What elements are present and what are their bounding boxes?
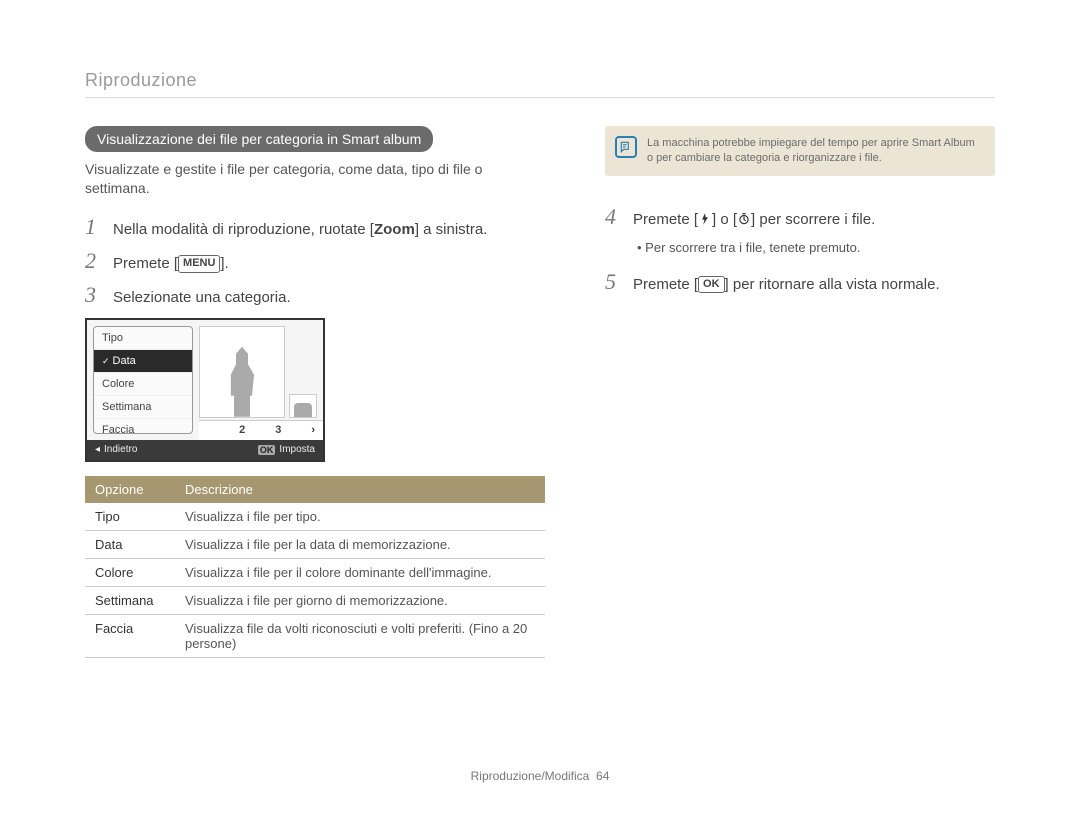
section-heading: Visualizzazione dei file per categoria i…: [85, 126, 433, 152]
step4-sub: Per scorrere tra i file, tenete premuto.: [637, 240, 995, 255]
thumb-preview: [199, 326, 285, 418]
ok-icon: OK: [258, 445, 276, 455]
menu-button-icon: MENU: [178, 255, 220, 272]
step4-post: ] per scorrere i file.: [751, 211, 875, 228]
menu-item-colore: Colore: [94, 373, 192, 396]
step4-mid: ] o [: [712, 211, 737, 228]
step-1: 1 Nella modalità di riproduzione, ruotat…: [85, 216, 545, 240]
step-number: 3: [85, 284, 103, 306]
step2-post: ].: [220, 255, 228, 272]
step-number: 1: [85, 216, 103, 238]
step1-pre: Nella modalità di riproduzione, ruotate …: [113, 221, 374, 238]
table-row: FacciaVisualizza file da volti riconosci…: [85, 614, 545, 657]
menu-item-settimana: Settimana: [94, 396, 192, 419]
footer-section: Riproduzione/Modifica: [471, 769, 590, 783]
back-arrow-icon: ◂: [95, 444, 100, 455]
step-3: 3 Selezionate una categoria.: [85, 284, 545, 308]
intro-text: Visualizzate e gestite i file per catego…: [85, 160, 545, 198]
step-2: 2 Premete [MENU].: [85, 250, 545, 274]
pager: 2 3 ›: [199, 420, 323, 440]
flash-icon: [698, 212, 712, 226]
col-descrizione: Descrizione: [175, 476, 545, 503]
step5-post: ] per ritornare alla vista normale.: [725, 276, 940, 293]
step3-text: Selezionate una categoria.: [113, 284, 291, 308]
step-5: 5 Premete [OK] per ritornare alla vista …: [605, 271, 995, 295]
menu-item-tipo: Tipo: [94, 327, 192, 350]
note-icon: [615, 136, 637, 158]
page-2: 2: [239, 424, 245, 436]
step5-pre: Premete [: [633, 276, 698, 293]
table-row: TipoVisualizza i file per tipo.: [85, 503, 545, 531]
step-number: 4: [605, 206, 623, 228]
step-number: 5: [605, 271, 623, 293]
left-column: Visualizzazione dei file per categoria i…: [85, 126, 545, 658]
footer-page: 64: [596, 769, 609, 783]
col-opzione: Opzione: [85, 476, 175, 503]
menu-item-data: Data: [94, 350, 192, 373]
ok-button-icon: OK: [698, 276, 725, 293]
back-label: Indietro: [104, 444, 137, 455]
step1-bold: Zoom: [374, 221, 415, 238]
menu-item-faccia: Faccia: [94, 419, 192, 434]
thumb-small: [289, 394, 317, 418]
step1-post: ] a sinistra.: [415, 221, 488, 238]
page-footer: Riproduzione/Modifica 64: [0, 769, 1080, 783]
step2-pre: Premete [: [113, 255, 178, 272]
step4-pre: Premete [: [633, 211, 698, 228]
note-text: La macchina potrebbe impiegare del tempo…: [647, 137, 975, 164]
breadcrumb: Riproduzione: [85, 70, 995, 98]
category-menu: Tipo Data Colore Settimana Faccia: [93, 326, 193, 434]
table-row: DataVisualizza i file per la data di mem…: [85, 530, 545, 558]
timer-icon: [737, 212, 751, 226]
step-4: 4 Premete [ ] o [ ] per scorrere i file.: [605, 206, 995, 230]
options-table: Opzione Descrizione TipoVisualizza i fil…: [85, 476, 545, 658]
screen-footer: ◂ Indietro OK Imposta: [87, 440, 323, 460]
table-row: SettimanaVisualizza i file per giorno di…: [85, 586, 545, 614]
note-box: La macchina potrebbe impiegare del tempo…: [605, 126, 995, 176]
camera-screen-mock: Tipo Data Colore Settimana Faccia 2: [85, 318, 325, 462]
table-row: ColoreVisualizza i file per il colore do…: [85, 558, 545, 586]
step-number: 2: [85, 250, 103, 272]
set-label: Imposta: [279, 444, 315, 455]
pager-next-icon: ›: [311, 424, 315, 436]
right-column: La macchina potrebbe impiegare del tempo…: [605, 126, 995, 658]
page-3: 3: [275, 424, 281, 436]
